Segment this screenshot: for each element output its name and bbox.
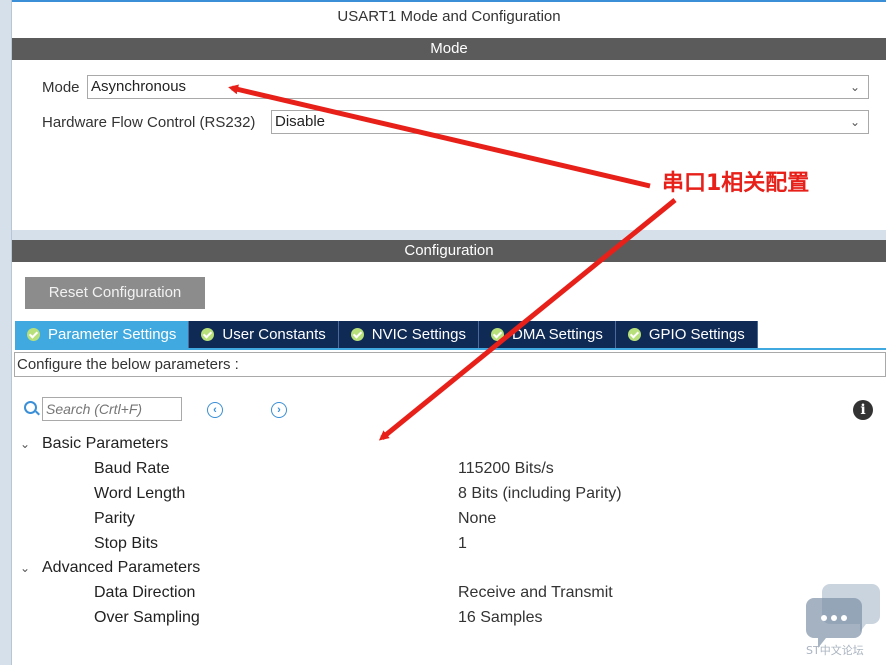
arrow-to-mode: [228, 84, 651, 189]
arrow-to-parameters: [378, 198, 677, 441]
forum-watermark-text: ST中文论坛: [806, 644, 864, 657]
annotation-label: 串口1相关配置: [662, 171, 810, 196]
annotation-arrows: [228, 84, 677, 441]
